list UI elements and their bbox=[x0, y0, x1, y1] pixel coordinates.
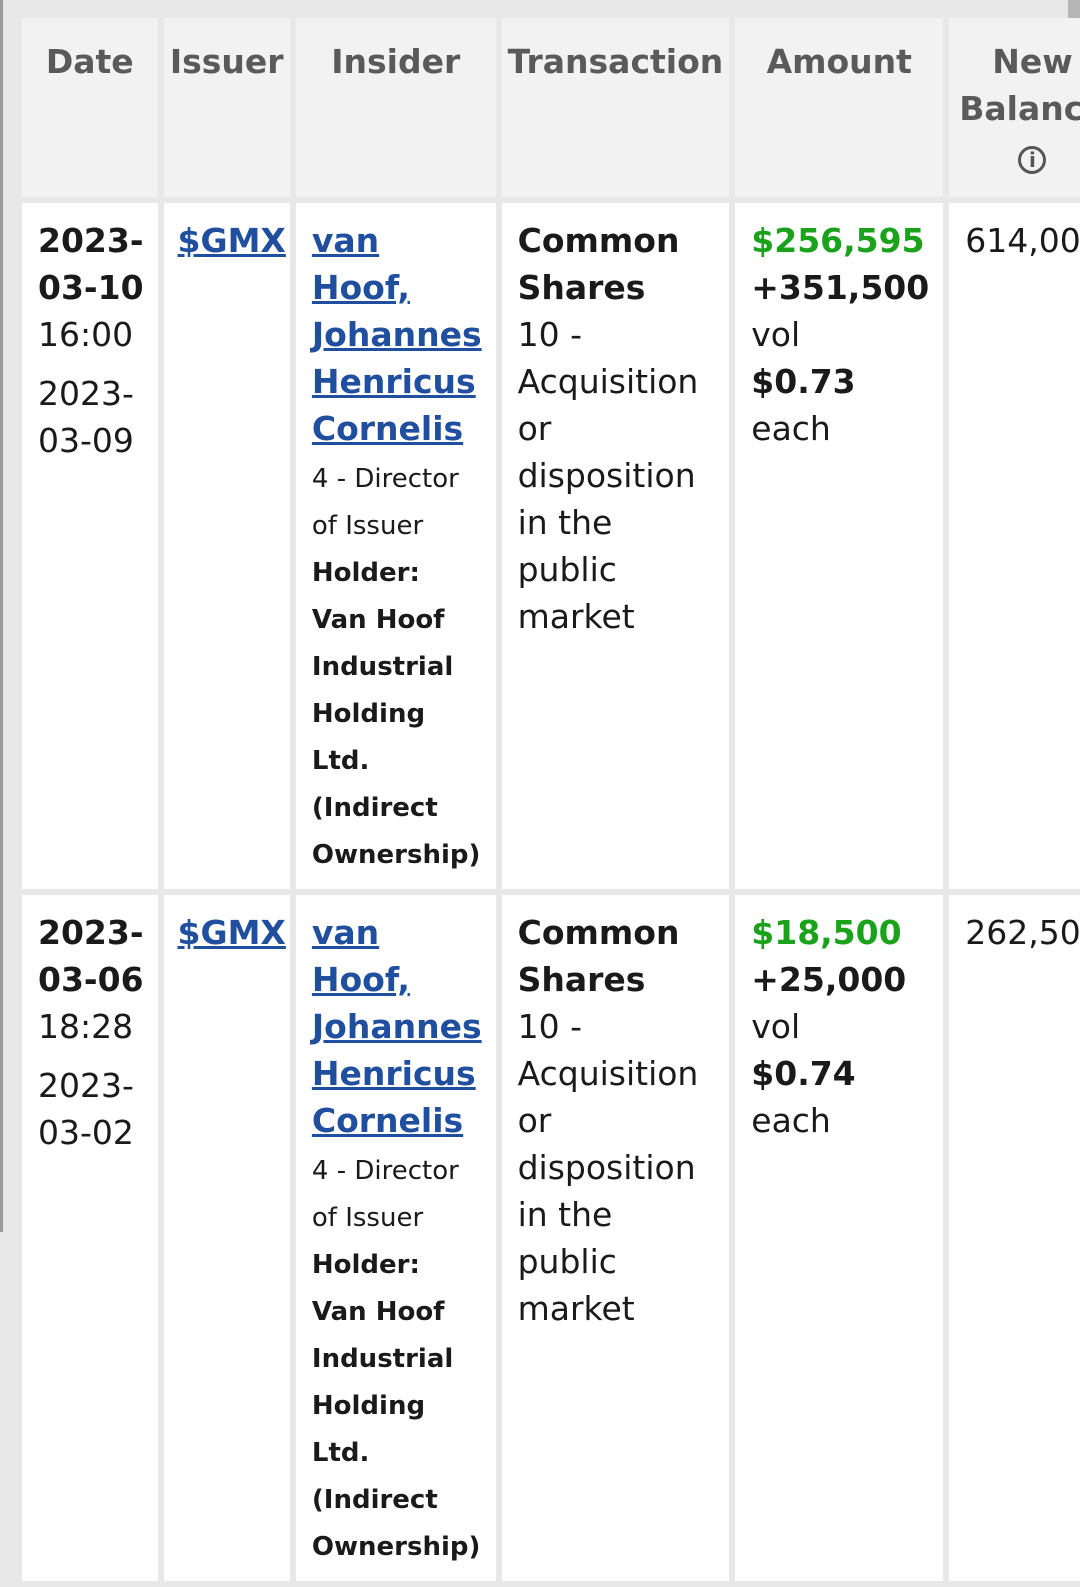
new-balance-label: New Balance bbox=[959, 42, 1080, 128]
col-header-transaction[interactable]: Transaction bbox=[501, 18, 730, 197]
new-balance-cell: 614,000 bbox=[949, 203, 1080, 889]
transaction-value: $256,595 bbox=[751, 221, 925, 260]
col-header-insider[interactable]: Insider bbox=[295, 18, 496, 197]
transaction-volume: +351,500 bbox=[751, 268, 930, 307]
issuer-link[interactable]: $GMX bbox=[178, 913, 286, 952]
trade-date: 2023-03-09 bbox=[38, 374, 134, 460]
security-type: Common Shares bbox=[517, 913, 680, 999]
insider-role: 4 - Director of Issuer bbox=[311, 464, 459, 541]
filed-time: 16:00 bbox=[38, 315, 134, 354]
new-balance-value: 614,000 bbox=[965, 221, 1080, 260]
col-header-date[interactable]: Date bbox=[22, 18, 158, 197]
table-row: 2023-03-06 18:28 2023-03-02 $GMX van Hoo… bbox=[22, 895, 1080, 1581]
table-header-row: Date Issuer Insider Transaction Amount N… bbox=[22, 18, 1080, 197]
table-row: 2023-03-10 16:00 2023-03-09 $GMX van Hoo… bbox=[22, 203, 1080, 889]
filed-time: 18:28 bbox=[38, 1007, 134, 1046]
new-balance-cell: 262,500 bbox=[949, 895, 1080, 1581]
col-header-new-balance[interactable]: New Balance i bbox=[949, 18, 1080, 197]
transaction-type: 10 - Acquisition or disposition in the p… bbox=[517, 315, 699, 636]
issuer-cell: $GMX bbox=[163, 203, 290, 889]
vol-label: vol bbox=[751, 1007, 801, 1046]
issuer-link[interactable]: $GMX bbox=[178, 221, 286, 260]
each-label: each bbox=[751, 1101, 831, 1140]
transaction-volume: +25,000 bbox=[751, 960, 907, 999]
insider-link[interactable]: van Hoof, Johannes Henricus Cornelis bbox=[312, 221, 482, 448]
col-header-issuer[interactable]: Issuer bbox=[163, 18, 290, 197]
filed-date: 2023-03-10 bbox=[38, 221, 144, 307]
insider-role: 4 - Director of Issuer bbox=[311, 1156, 459, 1233]
vol-label: vol bbox=[751, 315, 801, 354]
holder-info: Holder: Van Hoof Industrial Holding Ltd.… bbox=[311, 558, 481, 870]
amount-cell: $18,500 +25,000 vol $0.74 each bbox=[735, 895, 944, 1581]
amount-cell: $256,595 +351,500 vol $0.73 each bbox=[735, 203, 944, 889]
col-header-amount[interactable]: Amount bbox=[735, 18, 944, 197]
transaction-cell: Common Shares 10 - Acquisition or dispos… bbox=[501, 895, 730, 1581]
insider-link[interactable]: van Hoof, Johannes Henricus Cornelis bbox=[312, 913, 482, 1140]
info-icon[interactable]: i bbox=[1018, 145, 1047, 174]
new-balance-value: 262,500 bbox=[965, 913, 1080, 952]
holder-info: Holder: Van Hoof Industrial Holding Ltd.… bbox=[311, 1250, 481, 1562]
insider-cell: van Hoof, Johannes Henricus Cornelis 4 -… bbox=[295, 203, 496, 889]
transaction-value: $18,500 bbox=[751, 913, 902, 952]
security-type: Common Shares bbox=[517, 221, 680, 307]
price-each: $0.73 bbox=[751, 362, 856, 401]
transaction-cell: Common Shares 10 - Acquisition or dispos… bbox=[501, 203, 730, 889]
price-each: $0.74 bbox=[751, 1054, 856, 1093]
date-cell: 2023-03-10 16:00 2023-03-09 bbox=[22, 203, 158, 889]
trade-date: 2023-03-02 bbox=[38, 1066, 134, 1152]
transaction-type: 10 - Acquisition or disposition in the p… bbox=[517, 1007, 699, 1328]
page: Date Issuer Insider Transaction Amount N… bbox=[0, 0, 1080, 1581]
insider-cell: van Hoof, Johannes Henricus Cornelis 4 -… bbox=[295, 895, 496, 1581]
left-border bbox=[0, 0, 3, 1232]
insider-transactions-table: Date Issuer Insider Transaction Amount N… bbox=[16, 12, 1080, 1587]
each-label: each bbox=[751, 409, 831, 448]
filed-date: 2023-03-06 bbox=[38, 913, 144, 999]
date-cell: 2023-03-06 18:28 2023-03-02 bbox=[22, 895, 158, 1581]
issuer-cell: $GMX bbox=[163, 895, 290, 1581]
